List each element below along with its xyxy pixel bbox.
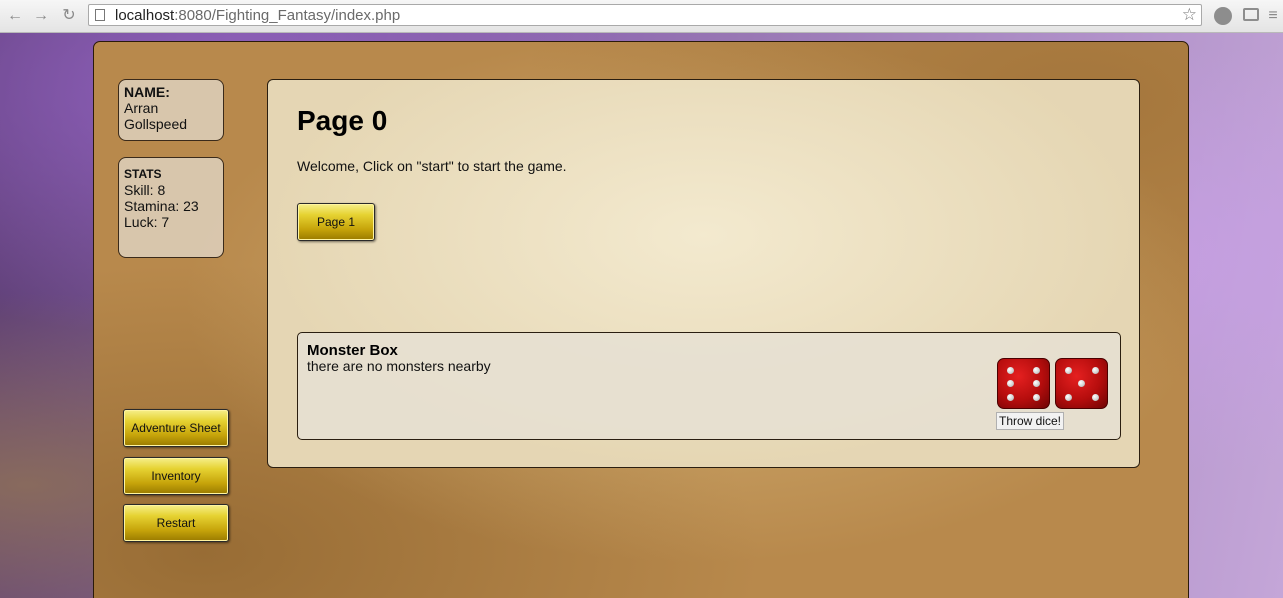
bookmark-star-icon[interactable]: ☆: [1182, 5, 1197, 25]
die-2-icon: [1055, 358, 1108, 409]
restart-button[interactable]: Restart: [123, 504, 229, 542]
page-text: Welcome, Click on "start" to start the g…: [297, 158, 567, 174]
extension-icon[interactable]: [1214, 7, 1232, 25]
page-title: Page 0: [297, 105, 388, 136]
url-text: localhost:8080/Fighting_Fantasy/index.ph…: [115, 7, 401, 24]
menu-icon[interactable]: ≡: [1262, 5, 1283, 27]
character-name-box: NAME: Arran Gollspeed: [118, 79, 224, 141]
die-1-icon: [997, 358, 1050, 409]
stat-skill: Skill: 8: [124, 182, 166, 198]
page-1-button[interactable]: Page 1: [297, 203, 375, 241]
browser-toolbar: ← → ↻ localhost:8080/Fighting_Fantasy/in…: [0, 0, 1283, 33]
page-icon: [95, 9, 105, 21]
back-arrow-icon[interactable]: ←: [4, 5, 26, 27]
stat-luck: Luck: 7: [124, 214, 170, 230]
monster-box-title: Monster Box: [307, 342, 398, 359]
character-name-line1: Arran: [124, 100, 159, 116]
forward-arrow-icon[interactable]: →: [30, 5, 52, 27]
address-bar[interactable]: localhost:8080/Fighting_Fantasy/index.ph…: [88, 4, 1202, 26]
throw-dice-button[interactable]: Throw dice!: [996, 412, 1064, 430]
name-heading: NAME:: [124, 84, 170, 100]
stats-heading: STATS: [124, 167, 162, 181]
adventure-sheet-button[interactable]: Adventure Sheet: [123, 409, 229, 447]
inventory-button[interactable]: Inventory: [123, 457, 229, 495]
cast-icon[interactable]: [1243, 8, 1259, 21]
reload-icon[interactable]: ↻: [58, 5, 80, 27]
stat-stamina: Stamina: 23: [124, 198, 199, 214]
monster-box-text: there are no monsters nearby: [307, 358, 491, 374]
stats-box: STATS Skill: 8 Stamina: 23 Luck: 7: [118, 157, 224, 258]
character-name-line2: Gollspeed: [124, 116, 188, 132]
